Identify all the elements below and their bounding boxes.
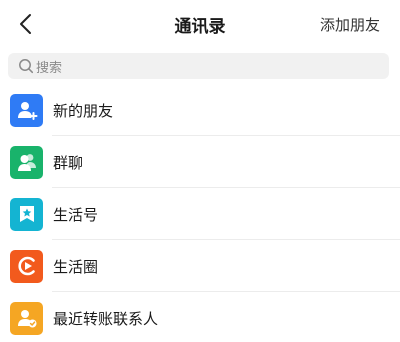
list-item-label: 生活号	[53, 205, 99, 224]
search-input[interactable]: 搜索	[8, 53, 389, 79]
life-circle-avatar	[10, 249, 43, 283]
group-icon	[17, 154, 36, 171]
list-item-recent-transfer[interactable]: 最近转账联系人	[0, 292, 400, 342]
add-user-icon	[17, 102, 37, 120]
list-item-life-circle[interactable]: 生活圈	[0, 240, 400, 292]
list-item-label: 新的朋友	[53, 101, 114, 120]
life-account-avatar	[10, 197, 43, 231]
list-item-label: 最近转账联系人	[53, 309, 159, 328]
contacts-screen: 通讯录 添加朋友 搜索 新的朋友 群聊 生活号 生活圈 最近转账联系人	[0, 0, 400, 342]
list-item-label: 生活圈	[53, 257, 99, 276]
chevron-left-icon	[20, 14, 31, 34]
add-friend-button[interactable]: 添加朋友	[320, 14, 380, 35]
contacts-list: 新的朋友 群聊 生活号 生活圈 最近转账联系人	[0, 84, 400, 342]
new-friends-avatar	[10, 93, 43, 127]
search-icon	[18, 58, 34, 74]
user-check-icon	[17, 310, 36, 328]
play-circle-icon	[17, 256, 35, 276]
list-item-new-friends[interactable]: 新的朋友	[0, 84, 400, 136]
recent-transfer-avatar	[10, 301, 43, 335]
star-bookmark-icon	[19, 206, 34, 222]
list-item-life-account[interactable]: 生活号	[0, 188, 400, 240]
back-button[interactable]	[12, 10, 38, 38]
list-item-label: 群聊	[53, 153, 84, 172]
search-placeholder: 搜索	[36, 60, 63, 76]
group-chat-avatar	[10, 145, 43, 179]
nav-header: 通讯录 添加朋友	[0, 0, 400, 48]
list-item-group-chat[interactable]: 群聊	[0, 136, 400, 188]
